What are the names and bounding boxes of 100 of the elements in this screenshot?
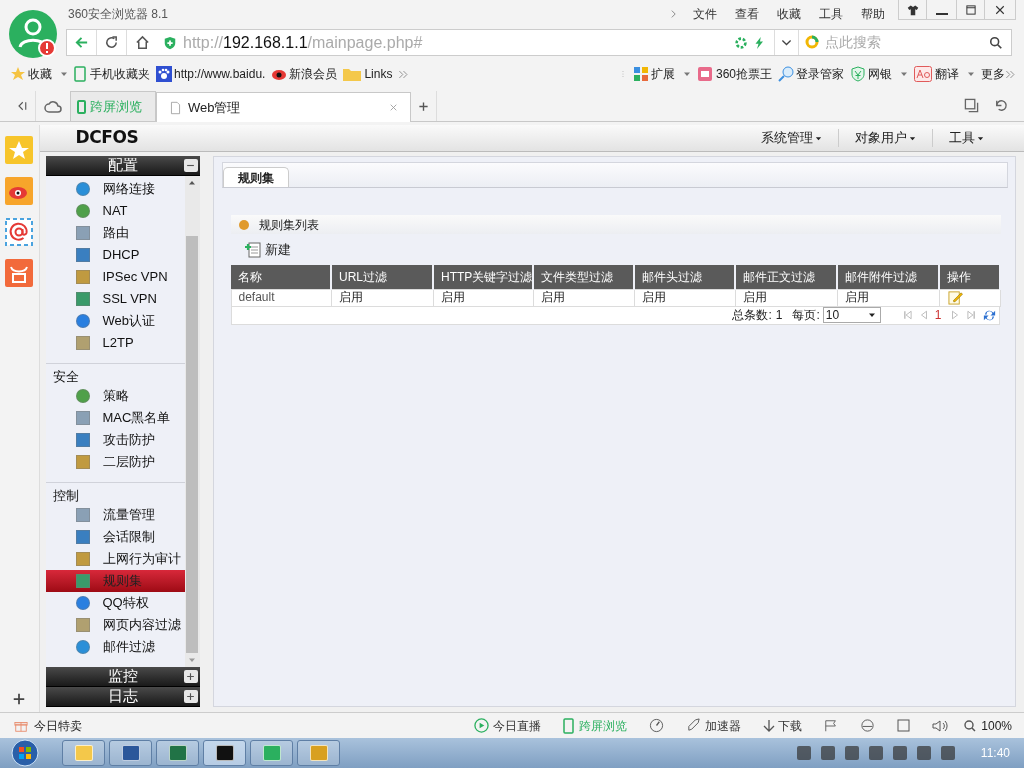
dropdown-arrow-icon[interactable]	[900, 70, 908, 78]
browser-tab[interactable]: Web管理	[156, 92, 411, 122]
eye-icon[interactable]	[5, 177, 34, 205]
user-avatar-icon[interactable]	[9, 10, 57, 58]
new-button[interactable]: 新建	[244, 241, 291, 259]
nav-section-header[interactable]: 日志	[45, 687, 200, 707]
menu-item[interactable]: 帮助	[852, 5, 894, 23]
current-page: 1	[934, 307, 942, 324]
bookmark-link[interactable]: 翻译	[935, 65, 959, 83]
status-link[interactable]: 今日直播	[493, 716, 542, 735]
column-header[interactable]: 邮件附件过滤	[837, 265, 939, 289]
bookmark-link[interactable]: 手机收藏夹	[90, 65, 150, 83]
nav-section-header[interactable]: 配置	[45, 156, 200, 176]
speedometer-icon[interactable]	[649, 718, 665, 733]
column-header[interactable]: 操作	[939, 265, 1000, 289]
column-header[interactable]: 邮件头过滤	[634, 265, 735, 289]
menu-item[interactable]: 收藏	[768, 5, 810, 23]
nav-item[interactable]: 流量管理	[45, 504, 185, 526]
total-label: 总条数:	[732, 307, 772, 324]
bookmark-link[interactable]: 扩展	[650, 65, 675, 83]
status-link[interactable]: 今日特卖	[34, 716, 82, 735]
scrollbar[interactable]	[184, 176, 200, 667]
column-header[interactable]: 名称	[231, 265, 331, 289]
nav-item[interactable]: 路由	[45, 222, 185, 244]
bookmark-link[interactable]: 登录管家	[796, 65, 844, 83]
column-header[interactable]: 文件类型过滤	[533, 265, 634, 289]
nav-item[interactable]: IPSec VPN	[45, 266, 185, 288]
nav-item[interactable]: QQ特权	[45, 592, 185, 614]
more-link[interactable]: 更多	[981, 65, 1005, 83]
collapse-icon[interactable]	[183, 159, 198, 172]
bookmark-link[interactable]: 360抢票王	[715, 65, 772, 83]
add-icon[interactable]	[12, 692, 27, 706]
nav-item[interactable]: L2TP	[45, 332, 185, 354]
scroll-down-icon[interactable]	[188, 656, 196, 664]
nav-item[interactable]: 会话限制	[45, 526, 185, 548]
nav-item[interactable]: NAT	[45, 200, 185, 222]
menu-item[interactable]: 系统管理	[745, 128, 838, 148]
bookmark-link[interactable]: Links	[364, 65, 393, 83]
nav-item[interactable]: 网页内容过滤	[45, 614, 185, 636]
nav-item[interactable]: 上网行为审计	[45, 548, 185, 570]
dropdown-arrow-icon[interactable]	[967, 70, 975, 78]
zoom-icon[interactable]	[964, 719, 977, 732]
edit-icon[interactable]	[947, 290, 963, 305]
nav-group-label: 安全	[51, 368, 80, 385]
bookmark-link[interactable]: 网银	[868, 65, 892, 83]
status-link[interactable]: 下载	[778, 716, 803, 735]
nav-item[interactable]: MAC黑名单	[45, 407, 185, 429]
scroll-up-icon[interactable]	[188, 179, 196, 187]
bullet-icon	[238, 219, 249, 230]
nav-item[interactable]: Web认证	[45, 310, 185, 332]
bookmark-link[interactable]: 收藏	[28, 65, 52, 83]
expand-icon[interactable]	[183, 690, 198, 703]
email-icon[interactable]	[5, 218, 34, 246]
cloud-icon[interactable]	[44, 99, 62, 113]
nav-item[interactable]: 二层防护	[45, 451, 185, 473]
total-count: 1	[775, 307, 783, 324]
bookmark-link[interactable]: 新浪会员	[289, 65, 338, 83]
ticket-icon	[696, 66, 713, 82]
chevron-icon[interactable]	[669, 9, 678, 19]
menu-item[interactable]: 文件	[684, 5, 726, 23]
dropdown-arrow-icon[interactable]	[60, 70, 68, 78]
expand-icon[interactable]	[183, 670, 198, 683]
bookmark-link[interactable]: http://www.baidu.	[174, 65, 266, 83]
table-cell: 启用	[837, 289, 939, 306]
window-icon[interactable]	[897, 719, 911, 732]
plus-icon	[418, 100, 429, 112]
plus-icon	[186, 672, 195, 681]
nav-item-icon	[75, 226, 90, 240]
discount-icon[interactable]	[5, 259, 34, 287]
nav-item[interactable]: 邮件过滤	[45, 636, 185, 658]
nav-item[interactable]: SSL VPN	[45, 288, 185, 310]
section-header: 规则集列表	[230, 215, 1001, 234]
zoom-level[interactable]: 100%	[981, 716, 1012, 735]
nav-section-header[interactable]: 监控	[45, 667, 200, 687]
nav-item[interactable]: 攻击防护	[45, 429, 185, 451]
nav-item[interactable]: 网络连接	[45, 178, 185, 200]
nav-item-icon	[75, 204, 90, 218]
undo-icon[interactable]	[993, 98, 1008, 113]
nav-item-icon	[75, 596, 90, 610]
page-size-select[interactable]: 10	[822, 307, 881, 323]
dropdown-arrow-icon[interactable]	[682, 70, 691, 78]
menu-item[interactable]: 工具	[933, 128, 1000, 148]
window-title: 360安全浏览器 8.1	[68, 6, 169, 23]
close-icon[interactable]	[389, 103, 398, 112]
menu-item[interactable]: 工具	[810, 5, 852, 23]
menu-item[interactable]: 对象用户	[839, 128, 932, 148]
dropdown-arrow-icon	[867, 311, 876, 319]
restore-tabs-icon[interactable]	[964, 98, 979, 113]
page-tab[interactable]: 规则集	[222, 167, 289, 187]
column-header[interactable]: HTTP关键字过滤	[433, 265, 533, 289]
menu-item[interactable]: 查看	[726, 5, 768, 23]
nav-item[interactable]: DHCP	[45, 244, 185, 266]
column-header[interactable]: 邮件正文过滤	[735, 265, 837, 289]
status-link[interactable]: 加速器	[705, 716, 742, 735]
dropdown-arrow-icon	[977, 134, 984, 142]
nav-item[interactable]: 策略	[45, 385, 185, 407]
phone-icon	[74, 66, 86, 82]
start-button-icon[interactable]	[8, 739, 42, 767]
clock: 11:40	[980, 745, 1010, 762]
column-header[interactable]: URL过滤	[331, 265, 433, 289]
